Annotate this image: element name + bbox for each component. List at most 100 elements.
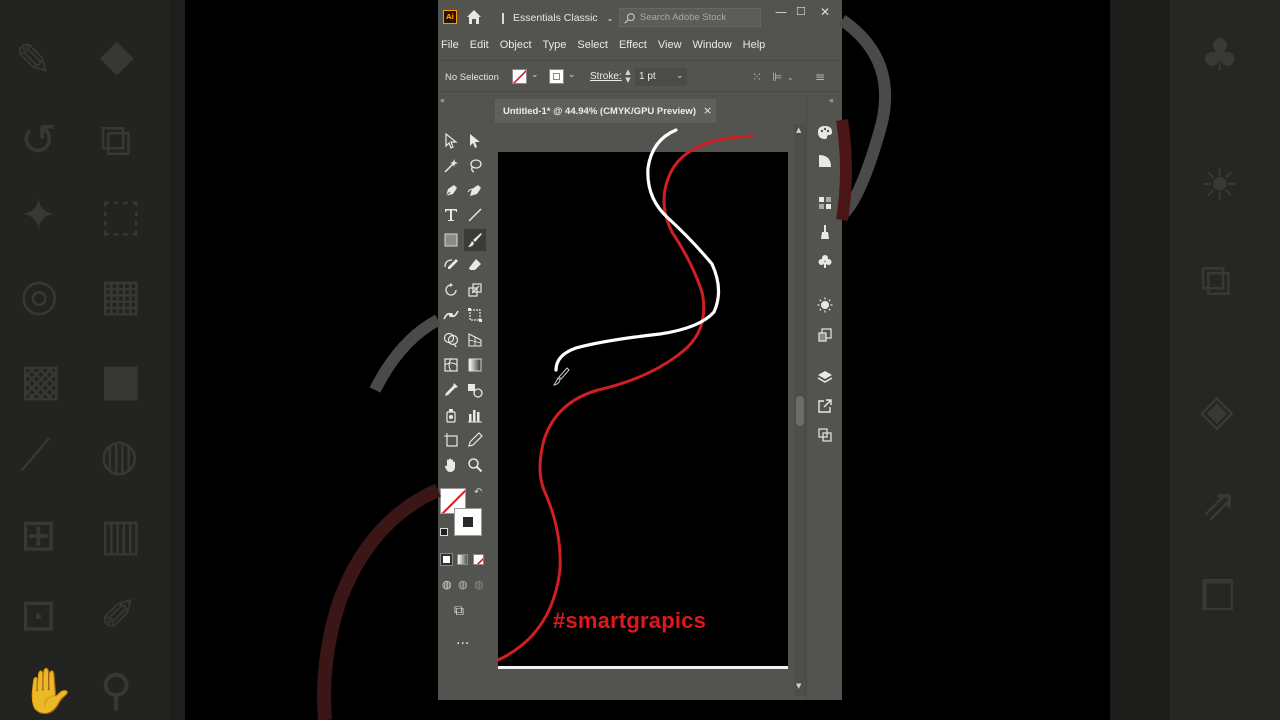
eraser-tool-icon[interactable] [464,254,486,276]
color-mode-icon[interactable] [440,553,453,566]
stroke-weight-stepper[interactable]: ▲ ▼ [624,68,632,86]
color-panel-icon[interactable] [816,123,834,141]
graphic-styles-icon[interactable] [816,326,834,344]
workspace-switcher[interactable]: Essentials Classic ⌄ [502,10,613,26]
curvature-tool-icon[interactable] [464,180,486,202]
selection-tool-icon[interactable] [440,130,462,152]
gradient-tool-icon[interactable] [464,354,486,376]
document-tab[interactable]: Untitled-1* @ 44.94% (CMYK/GPU Preview) [495,99,716,123]
none-mode-icon[interactable] [473,554,484,565]
bg-export-icon: ⇗ [1200,480,1237,531]
color-guide-icon[interactable] [816,152,834,170]
appearance-icon[interactable] [816,296,834,314]
symbols-icon[interactable] [816,252,834,270]
shaper-tool-icon[interactable] [440,254,462,276]
edit-toolbar-icon[interactable]: ··· [456,636,469,652]
bg-zoom-icon: ⚲ [100,665,133,716]
draw-inside-icon[interactable]: ◍ [474,578,484,591]
paintbrush-tool-icon[interactable] [464,229,486,251]
illustrator-logo-icon: Ai [443,10,457,24]
stepper-up-icon[interactable]: ▲ [624,68,632,76]
stroke-weight-dropdown-icon[interactable]: ⌄ [676,71,684,81]
mesh-tool-icon[interactable] [440,354,462,376]
stroke-label[interactable]: Stroke: [590,71,622,82]
direct-selection-tool-icon[interactable] [464,130,486,152]
slice-tool-icon[interactable] [464,429,486,451]
magic-wand-tool-icon[interactable] [440,155,462,177]
menu-help[interactable]: Help [741,39,771,51]
scroll-down-icon[interactable]: ▼ [796,682,801,690]
fill-swatch[interactable] [512,69,527,84]
bg-eyedropper-icon: ⟋ [20,430,51,481]
symbol-sprayer-tool-icon[interactable] [440,404,462,426]
panel-menu-icon[interactable]: ≡ [815,70,825,84]
stroke-dropdown-icon[interactable]: ⌄ [568,70,576,80]
scroll-up-icon[interactable]: ▲ [796,126,801,134]
stroke-weight-value: 1 pt [639,71,656,82]
menu-select[interactable]: Select [575,39,613,51]
menu-file[interactable]: File [439,39,464,51]
pen-tool-icon[interactable] [440,180,462,202]
close-button[interactable]: ✕ [820,5,830,19]
lasso-tool-icon[interactable] [464,155,486,177]
swatches-icon[interactable] [816,194,834,212]
menu-bar: File Edit Object Type Select Effect View… [438,34,842,56]
column-graph-tool-icon[interactable] [464,404,486,426]
artboard[interactable] [498,152,788,669]
collapse-toolbar-icon[interactable]: « [440,96,445,105]
draw-behind-icon[interactable]: ◍ [458,578,468,591]
rectangle-tool-icon[interactable] [440,229,462,251]
close-document-button[interactable]: × [703,104,712,117]
vertical-scrollbar[interactable]: ▲ ▼ [794,124,806,696]
screen-mode-icon[interactable]: ⧉ [454,603,464,619]
width-tool-icon[interactable] [440,304,462,326]
stroke-swatch-inner [553,73,560,80]
search-adobe-stock[interactable] [619,8,761,27]
maximize-button[interactable]: ☐ [796,5,806,18]
workspace-label: Essentials Classic [513,12,598,24]
gradient-mode-icon[interactable] [457,554,468,565]
fill-dropdown-icon[interactable]: ⌄ [531,70,539,80]
eyedropper-tool-icon[interactable] [440,379,462,401]
line-segment-tool-icon[interactable] [464,204,486,226]
draw-normal-icon[interactable]: ◍ [442,578,452,591]
layers-icon[interactable] [816,368,834,386]
hashtag-overlay-text: #smartgrapics [553,608,707,633]
menu-object[interactable]: Object [498,39,537,51]
stroke-color-swatch[interactable] [454,508,482,536]
export-icon[interactable] [816,397,834,415]
search-input[interactable] [640,12,755,23]
default-fill-stroke-icon[interactable] [440,528,448,536]
align-dropdown-icon[interactable]: ⌄ [787,73,794,82]
scrollbar-thumb[interactable] [796,396,804,426]
zoom-tool-icon[interactable] [464,454,486,476]
blend-tool-icon[interactable] [464,379,486,401]
rotate-tool-icon[interactable] [440,279,462,301]
menu-edit[interactable]: Edit [468,39,494,51]
align-icon[interactable]: ⊫ [772,70,782,84]
stroke-swatch[interactable] [549,69,564,84]
minimize-button[interactable]: — [775,5,787,19]
menu-type[interactable]: Type [541,39,572,51]
free-transform-tool-icon[interactable] [464,304,486,326]
hand-tool-icon[interactable] [440,454,462,476]
recolor-icon[interactable]: ⁙ [752,70,762,84]
menu-window[interactable]: Window [691,39,737,51]
artboard-tool-icon[interactable] [440,429,462,451]
bg-eraser-icon: ◆ [100,30,134,81]
collapse-dock-icon[interactable]: « [829,96,834,105]
home-icon[interactable] [466,9,482,25]
menu-effect[interactable]: Effect [617,39,652,51]
bg-width-icon: ✦ [20,190,57,241]
menu-view[interactable]: View [656,39,687,51]
bg-layers-icon: ◈ [1200,385,1234,436]
bg-hand-icon: ✋ [20,666,75,717]
shape-builder-tool-icon[interactable] [440,329,462,351]
type-tool-icon[interactable] [440,204,462,226]
perspective-grid-tool-icon[interactable] [464,329,486,351]
scale-tool-icon[interactable] [464,279,486,301]
stepper-down-icon[interactable]: ▼ [624,76,632,84]
artboards-icon[interactable] [816,426,834,444]
swap-fill-stroke-icon[interactable]: ↶ [474,487,482,498]
brushes-icon[interactable] [816,223,834,241]
